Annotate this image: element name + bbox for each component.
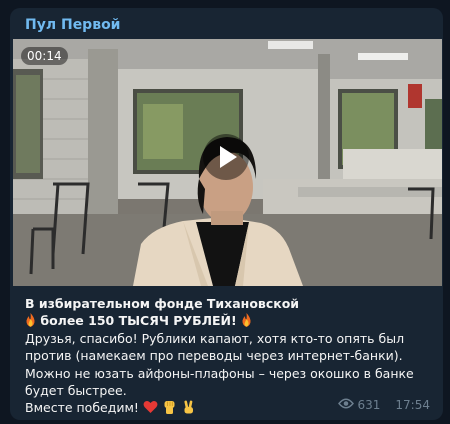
red-heart-icon [143, 401, 158, 414]
channel-post: Пул Первой 00:14 В избирательном фонде Т… [10, 8, 443, 420]
post-highlight-line: более 150 ТЫСЯЧ РУБЛЕЙ! [25, 312, 435, 329]
victory-hand-icon [184, 400, 193, 414]
video-player[interactable]: 00:14 [13, 39, 442, 286]
eye-icon [337, 398, 358, 412]
video-duration: 00:14 [21, 47, 68, 65]
post-meta: 631 17:54 [337, 398, 430, 412]
post-body-line: Можно не юзать айфоны-плафоны – через ок… [25, 365, 414, 381]
raised-fist-icon [164, 401, 175, 415]
play-button[interactable] [203, 134, 249, 180]
fire-icon [26, 313, 35, 328]
post-body-line: против (намекаем про переводы через инте… [25, 348, 403, 364]
view-count: 631 [357, 398, 381, 412]
channel-name[interactable]: Пул Первой [25, 17, 121, 33]
fire-icon [242, 313, 251, 328]
post-closing: Вместе победим! [25, 400, 139, 416]
post-body-line: Друзья, спасибо! Рублики капают, хотя кт… [25, 330, 405, 346]
play-icon [220, 146, 237, 168]
post-headline: В избирательном фонде Тихановской [25, 296, 300, 311]
post-time: 17:54 [395, 398, 430, 412]
post-highlight: более 150 ТЫСЯЧ РУБЛЕЙ! [40, 313, 237, 329]
